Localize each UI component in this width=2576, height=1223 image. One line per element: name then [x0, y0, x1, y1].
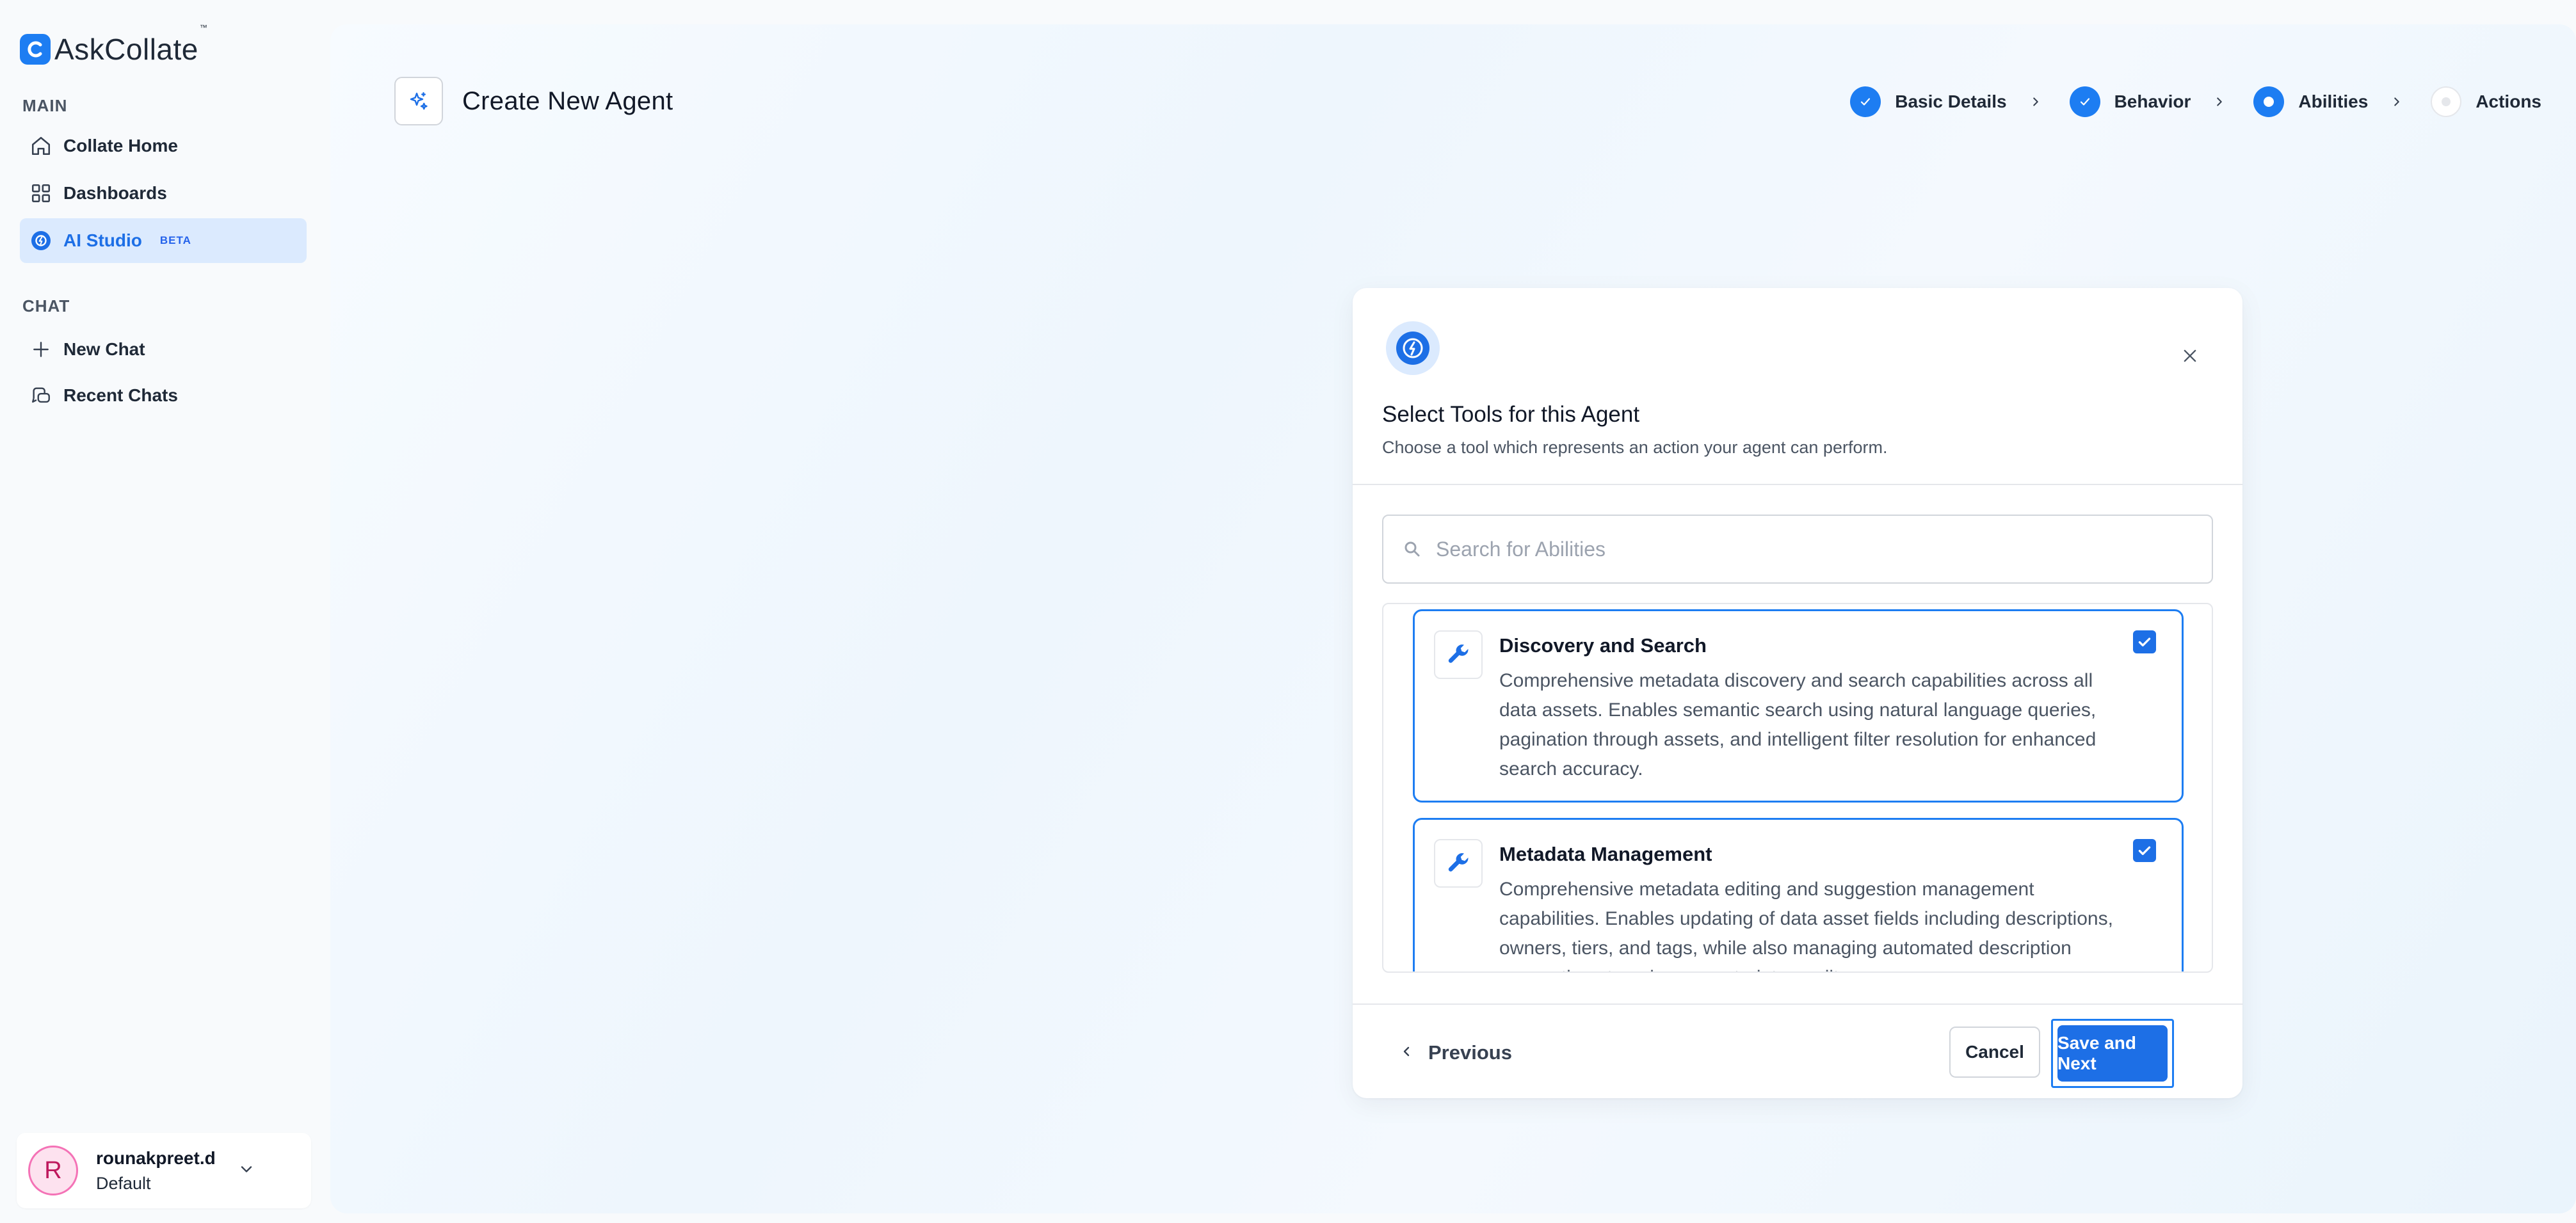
nav-section-main: MAIN: [22, 96, 68, 115]
chevron-right-icon: [2212, 95, 2226, 109]
tool-name: Discovery and Search: [1499, 634, 1707, 657]
pending-step-icon: [2431, 86, 2462, 117]
home-icon: [22, 124, 60, 168]
page-header: Create New Agent: [394, 77, 673, 125]
tool-description: Comprehensive metadata editing and sugge…: [1499, 879, 2113, 971]
tools-list[interactable]: Discovery and Search Comprehensive metad…: [1382, 603, 2213, 973]
step-behavior[interactable]: Behavior: [2069, 86, 2191, 117]
divider: [1353, 484, 2242, 485]
divider: [1353, 1003, 2242, 1005]
step-label: Behavior: [2114, 92, 2191, 111]
tool-description: Comprehensive metadata discovery and sea…: [1499, 670, 2097, 779]
search-icon: [1403, 540, 1422, 559]
chevron-left-icon: [1399, 1044, 1414, 1062]
save-button-focus-ring: Save and Next: [2051, 1019, 2174, 1088]
check-icon: [2069, 86, 2100, 117]
grid-icon: [22, 171, 60, 216]
step-label: Basic Details: [1895, 92, 2007, 111]
step-label: Actions: [2475, 92, 2541, 111]
stepper: Basic Details Behavior Abilities Actions: [1850, 86, 2541, 118]
cancel-button[interactable]: Cancel: [1949, 1027, 2040, 1078]
user-menu[interactable]: R rounakpreet.d Default: [17, 1133, 311, 1208]
wrench-icon: [1434, 839, 1483, 888]
current-step-icon: [2253, 86, 2285, 117]
tool-checkbox[interactable]: [2133, 839, 2156, 862]
user-name: rounakpreet.d: [96, 1147, 216, 1168]
search-field[interactable]: [1382, 515, 2213, 584]
main-panel: Create New Agent Basic Details Behavior …: [330, 24, 2576, 1213]
user-role: Default: [96, 1173, 151, 1193]
search-input[interactable]: [1436, 537, 2191, 561]
step-basic-details[interactable]: Basic Details: [1850, 86, 2007, 117]
nav-section-chat: CHAT: [22, 296, 70, 316]
avatar: R: [28, 1146, 78, 1195]
chevron-down-icon[interactable]: [237, 1160, 255, 1181]
sidebar-item-recent-chats[interactable]: Recent Chats: [20, 373, 307, 418]
save-and-next-button[interactable]: Save and Next: [2057, 1025, 2168, 1082]
chevron-right-icon: [2029, 95, 2043, 109]
modal-title: Select Tools for this Agent: [1382, 402, 1640, 427]
check-icon: [1850, 86, 1881, 117]
sidebar: AskCollate™ MAIN Collate Home Dashboards…: [0, 0, 326, 1223]
tool-name: Metadata Management: [1499, 843, 1712, 865]
agent-sparkle-icon: [394, 77, 443, 125]
chat-bubbles-icon: [22, 373, 60, 418]
tool-card-discovery-and-search[interactable]: Discovery and Search Comprehensive metad…: [1413, 609, 2184, 803]
tool-checkbox[interactable]: [2133, 630, 2156, 653]
previous-label: Previous: [1428, 1041, 1512, 1064]
app-logo[interactable]: AskCollate™: [20, 23, 208, 67]
step-label: Abilities: [2298, 92, 2369, 111]
abilities-icon: [1386, 321, 1440, 375]
sidebar-item-new-chat[interactable]: New Chat: [20, 327, 307, 372]
step-actions[interactable]: Actions: [2431, 86, 2541, 117]
select-tools-modal: Select Tools for this Agent Choose a too…: [1353, 288, 2242, 1098]
collate-logo-icon: [20, 34, 51, 65]
sidebar-item-label: Collate Home: [63, 136, 178, 156]
wrench-icon: [1434, 630, 1483, 679]
sidebar-item-label: AI Studio: [63, 230, 142, 250]
previous-button[interactable]: Previous: [1399, 1037, 1512, 1069]
step-abilities[interactable]: Abilities: [2253, 86, 2368, 117]
ai-studio-icon: [22, 218, 60, 263]
app-name: AskCollate™: [54, 23, 208, 66]
beta-badge: BETA: [159, 234, 191, 246]
sidebar-item-label: Recent Chats: [63, 385, 178, 405]
close-icon[interactable]: [2176, 342, 2204, 370]
sidebar-item-label: Dashboards: [63, 183, 167, 203]
plus-icon: [22, 327, 60, 372]
tool-card-metadata-management[interactable]: Metadata Management Comprehensive metada…: [1413, 818, 2184, 971]
page-title: Create New Agent: [462, 86, 673, 115]
modal-subtitle: Choose a tool which represents an action…: [1382, 438, 1888, 457]
sidebar-item-collate-home[interactable]: Collate Home: [20, 124, 307, 168]
sidebar-item-label: New Chat: [63, 339, 145, 359]
sidebar-item-dashboards[interactable]: Dashboards: [20, 171, 307, 216]
chevron-right-icon: [2390, 95, 2404, 109]
user-info: rounakpreet.d Default: [96, 1148, 216, 1194]
sidebar-item-ai-studio[interactable]: AI Studio BETA: [20, 218, 307, 263]
